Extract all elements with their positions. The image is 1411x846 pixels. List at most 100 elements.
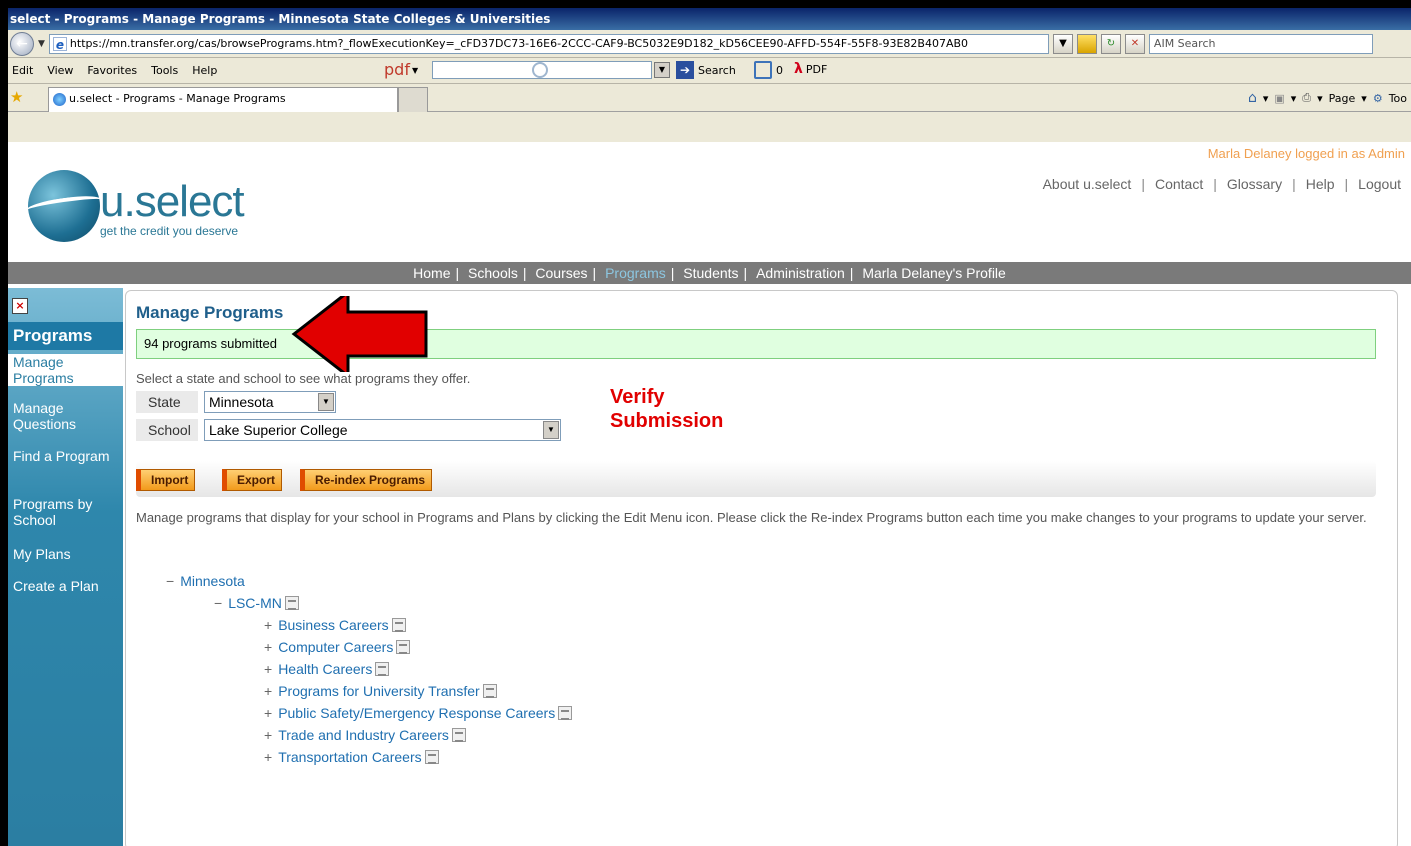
menu-view[interactable]: View [47, 64, 73, 77]
expand-icon[interactable]: + [264, 639, 272, 655]
tree-root[interactable]: − Minnesota [166, 573, 245, 589]
edit-menu-icon[interactable] [375, 662, 390, 676]
logo-text: u.select [100, 177, 245, 226]
sidebar-item-my-plans[interactable]: My Plans [8, 546, 123, 562]
edit-menu-icon[interactable] [284, 596, 299, 610]
sidebar-item-programs-by-school[interactable]: Programs by School [8, 496, 123, 528]
command-bar: ⌂ ▾ ▣ ▾ ⎙ ▾ Page ▾ ⚙ Too [1248, 90, 1407, 106]
search-dropdown-icon[interactable]: ▼ [654, 62, 670, 78]
logout-link[interactable]: Logout [1358, 176, 1401, 192]
pdf-button[interactable]: λ PDF [794, 61, 827, 77]
favorites-star-icon[interactable]: ★ [10, 88, 23, 106]
collapse-icon[interactable]: − [214, 595, 222, 611]
nav-students[interactable]: Students [683, 265, 738, 281]
close-icon[interactable]: × [12, 298, 28, 314]
expand-icon[interactable]: + [264, 749, 272, 765]
edit-menu-icon[interactable] [424, 750, 439, 764]
web-page: u.select get the credit you deserve Marl… [8, 142, 1411, 846]
expand-icon[interactable]: + [264, 661, 272, 677]
reindex-programs-button[interactable]: Re-index Programs [300, 469, 433, 491]
state-label: State [136, 391, 198, 413]
dropdown-icon[interactable]: ▾ [1317, 92, 1323, 105]
new-tab-button[interactable] [398, 87, 428, 112]
school-select[interactable]: Lake Superior College ▼ [204, 419, 561, 441]
sidebar-item-find-program[interactable]: Find a Program [8, 448, 123, 464]
url-field[interactable]: e https://mn.transfer.org/cas/browseProg… [48, 33, 1049, 54]
menu-tools[interactable]: Tools [151, 64, 178, 77]
glossary-link[interactable]: Glossary [1227, 176, 1282, 192]
feeds-icon[interactable]: ▣ [1274, 92, 1284, 105]
history-dropdown-icon[interactable]: ▼ [38, 39, 45, 49]
school-label: School [136, 419, 198, 441]
expand-icon[interactable]: + [264, 683, 272, 699]
edit-menu-icon[interactable] [391, 618, 406, 632]
tree-org[interactable]: − LSC-MN [214, 595, 299, 611]
collapse-icon[interactable]: − [166, 573, 174, 589]
tree-program[interactable]: + Business Careers [264, 617, 406, 633]
tab-bar: ★ u.select - Programs - Manage Programs … [8, 84, 1411, 112]
home-icon[interactable]: ⌂ [1248, 90, 1257, 106]
nav-courses[interactable]: Courses [535, 265, 587, 281]
ie-page-icon [53, 93, 66, 106]
window-title: select - Programs - Manage Programs - Mi… [8, 8, 1411, 30]
print-icon[interactable]: ⎙ [1302, 91, 1311, 105]
chevron-down-icon: ▼ [318, 393, 334, 411]
search-button-label: Search [698, 63, 736, 77]
sidebar-item-manage-programs[interactable]: Manage Programs [8, 354, 123, 386]
counter-button[interactable]: 0 [754, 61, 783, 79]
tree-program[interactable]: + Transportation Careers [264, 749, 439, 765]
state-select[interactable]: Minnesota ▼ [204, 391, 336, 413]
sidebar: × Programs Manage Programs Manage Questi… [8, 288, 123, 846]
dropdown-icon[interactable]: ▾ [1361, 92, 1367, 105]
nav-administration[interactable]: Administration [756, 265, 845, 281]
tree-program[interactable]: + Programs for University Transfer [264, 683, 497, 699]
edit-menu-icon[interactable] [482, 684, 497, 698]
tab-current[interactable]: u.select - Programs - Manage Programs [48, 87, 398, 112]
export-button[interactable]: Export [222, 469, 283, 491]
expand-icon[interactable]: + [264, 727, 272, 743]
page-menu[interactable]: Page [1329, 92, 1356, 105]
url-text: https://mn.transfer.org/cas/browseProgra… [69, 37, 969, 50]
tools-menu[interactable]: Too [1389, 92, 1407, 105]
back-icon[interactable]: ← [10, 31, 34, 56]
url-dropdown-icon[interactable]: ▼ [1052, 33, 1073, 54]
pdf-toolbar-label[interactable]: pdf [384, 60, 410, 79]
chevron-down-icon: ▼ [543, 421, 559, 439]
edit-menu-icon[interactable] [396, 640, 411, 654]
tree-program[interactable]: + Health Careers [264, 661, 390, 677]
expand-icon[interactable]: + [264, 617, 272, 633]
edit-menu-icon[interactable] [451, 728, 466, 742]
red-arrow-annotation [291, 296, 428, 372]
menu-favorites[interactable]: Favorites [87, 64, 137, 77]
address-bar: ← ▼ e https://mn.transfer.org/cas/browse… [8, 30, 1411, 58]
help-link[interactable]: Help [1306, 176, 1335, 192]
description: Manage programs that display for your sc… [136, 510, 1367, 525]
stop-icon[interactable]: ✕ [1124, 33, 1145, 54]
top-links: About u.select | Contact | Glossary | He… [1042, 176, 1401, 192]
search-button[interactable]: ➔ Search [676, 61, 736, 79]
menu-help[interactable]: Help [192, 64, 217, 77]
dropdown-icon[interactable]: ▾ [1291, 92, 1297, 105]
tree-program[interactable]: + Computer Careers [264, 639, 411, 655]
sidebar-item-create-plan[interactable]: Create a Plan [8, 578, 123, 594]
lock-icon[interactable] [1076, 33, 1097, 54]
about-link[interactable]: About u.select [1043, 176, 1132, 192]
menu-edit[interactable]: Edit [12, 64, 33, 77]
contact-link[interactable]: Contact [1155, 176, 1203, 192]
expand-icon[interactable]: + [264, 705, 272, 721]
pdf-icon: λ [794, 61, 803, 77]
import-button[interactable]: Import [136, 469, 196, 491]
gear-icon[interactable]: ⚙ [1373, 92, 1383, 105]
edit-menu-icon[interactable] [558, 706, 573, 720]
nav-profile[interactable]: Marla Delaney's Profile [862, 265, 1006, 281]
refresh-icon[interactable]: ↻ [1100, 33, 1121, 54]
dropdown-icon[interactable]: ▾ [1263, 92, 1269, 105]
nav-home[interactable]: Home [413, 265, 450, 281]
aim-search-field[interactable]: AIM Search [1148, 33, 1373, 54]
tree-program[interactable]: + Trade and Industry Careers [264, 727, 466, 743]
sidebar-item-manage-questions[interactable]: Manage Questions [8, 400, 123, 432]
pdf-dropdown-icon[interactable]: ▼ [412, 66, 418, 75]
nav-programs[interactable]: Programs [605, 265, 666, 281]
tree-program[interactable]: + Public Safety/Emergency Response Career… [264, 705, 573, 721]
nav-schools[interactable]: Schools [468, 265, 518, 281]
